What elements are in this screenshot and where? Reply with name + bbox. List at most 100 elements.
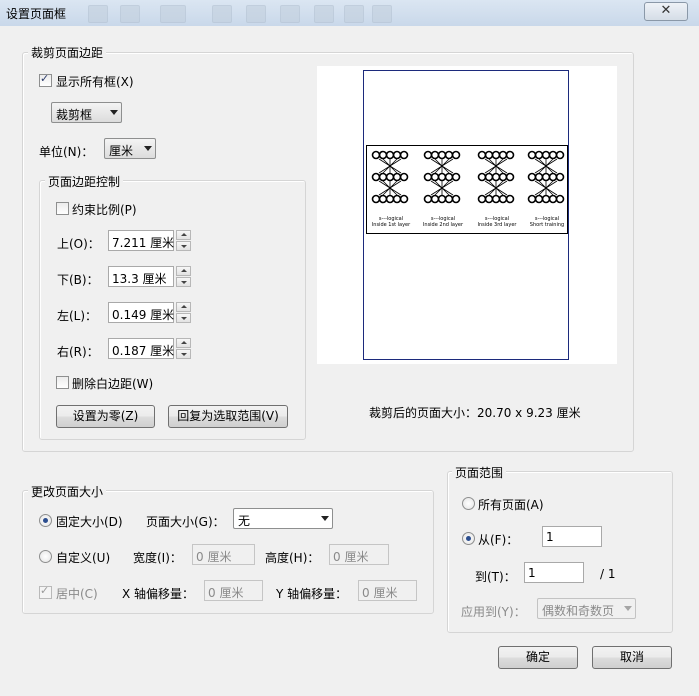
x-offset-value: 0 厘米 (208, 586, 244, 600)
page-from-value: 1 (546, 530, 554, 544)
spin-down-icon[interactable] (176, 241, 191, 251)
top-margin-value: 7.211 厘米 (112, 236, 175, 250)
preview-caption: s---logical Inside 2nd layer (422, 216, 464, 228)
height-input[interactable]: 0 厘米 (329, 544, 389, 565)
spin-up-icon[interactable] (176, 230, 191, 240)
preview-diagram-graphic (527, 150, 565, 204)
top-margin-label: 上(O)： (57, 237, 100, 251)
spin-down-icon[interactable] (176, 349, 191, 359)
x-offset-input[interactable]: 0 厘米 (204, 580, 263, 601)
title-bar: 设置页面框 ✕ (0, 0, 699, 27)
background-toolbar-icon (372, 5, 392, 23)
left-margin-input[interactable]: 0.149 厘米 (108, 302, 174, 323)
margin-control-legend: 页面边距控制 (45, 173, 124, 190)
spin-up-icon[interactable] (176, 302, 191, 312)
right-margin-spinner[interactable] (176, 338, 191, 359)
preview-caption: s---logical Inside 1st layer (371, 216, 411, 228)
remove-white-margins-checkbox[interactable] (56, 376, 69, 389)
left-margin-value: 0.149 厘米 (112, 308, 175, 322)
page-from-label: 从(F)： (478, 533, 519, 547)
page-preview: s---logical Inside 1st layer s---logical I… (317, 66, 617, 364)
bottom-margin-label: 下(B)： (57, 273, 99, 287)
background-toolbar-icon (280, 5, 300, 23)
custom-size-label: 自定义(U) (56, 551, 111, 565)
preview-diagram-graphic (423, 150, 461, 204)
page-to-value: 1 (528, 566, 536, 580)
right-margin-label: 右(R)： (57, 345, 99, 359)
top-margin-spinner[interactable] (176, 230, 191, 251)
custom-size-radio[interactable] (39, 550, 52, 563)
ok-button[interactable]: 确定 (498, 646, 578, 669)
page-range-legend: 页面范围 (452, 464, 507, 481)
left-margin-spinner[interactable] (176, 302, 191, 323)
background-toolbar-icon (246, 5, 266, 23)
bottom-margin-spinner[interactable] (176, 266, 191, 287)
show-all-boxes-checkbox[interactable] (39, 72, 52, 87)
left-margin-label: 左(L)： (57, 309, 98, 323)
y-offset-label: Y 轴偏移量： (276, 587, 348, 601)
right-margin-value: 0.187 厘米 (112, 344, 175, 358)
page-total-label: / 1 (600, 567, 616, 581)
preview-diagram-graphic (371, 150, 409, 204)
chevron-down-icon (321, 516, 329, 521)
height-label: 高度(H)： (265, 551, 320, 565)
background-toolbar-icon (88, 5, 108, 23)
chevron-down-icon (110, 110, 118, 115)
x-offset-label: X 轴偏移量： (122, 587, 195, 601)
page-size-select[interactable]: 无 (233, 508, 333, 529)
spin-down-icon[interactable] (176, 313, 191, 323)
page-size-label: 页面大小(G)： (146, 515, 225, 529)
unit-select[interactable]: 厘米 (104, 138, 156, 159)
fixed-size-label: 固定大小(D) (56, 515, 123, 529)
background-toolbar-icon (212, 5, 232, 23)
cancel-button[interactable]: 取消 (592, 646, 672, 669)
close-icon: ✕ (660, 3, 672, 18)
fixed-size-radio[interactable] (39, 514, 52, 527)
crop-margins-legend: 裁剪页面边距 (28, 44, 107, 61)
background-toolbar-icon (344, 5, 364, 23)
constrain-proportions-checkbox[interactable] (56, 202, 69, 215)
bottom-margin-input[interactable]: 13.3 厘米 (108, 266, 174, 287)
chevron-down-icon (144, 146, 152, 151)
width-label: 宽度(I)： (133, 551, 182, 565)
revert-to-selection-button[interactable]: 回复为选取范围(V) (168, 405, 288, 428)
constrain-proportions-label: 约束比例(P) (72, 203, 137, 217)
page-to-label: 到(T)： (475, 570, 516, 584)
preview-caption: s---logical Short training (529, 216, 565, 228)
spin-down-icon[interactable] (176, 277, 191, 287)
all-pages-label: 所有页面(A) (478, 498, 544, 512)
center-label: 居中(C) (56, 587, 98, 601)
preview-page-outline: s---logical Inside 1st layer s---logical I… (363, 70, 569, 360)
unit-value: 厘米 (109, 144, 134, 158)
background-toolbar-icon (160, 5, 186, 23)
apply-to-value: 偶数和奇数页 (542, 604, 615, 618)
page-to-input[interactable]: 1 (524, 562, 584, 583)
preview-diagram-graphic (477, 150, 515, 204)
box-type-value: 裁剪框 (56, 108, 93, 122)
width-input[interactable]: 0 厘米 (192, 544, 255, 565)
height-value: 0 厘米 (333, 550, 369, 564)
preview-crop-box: s---logical Inside 1st layer s---logical I… (366, 145, 568, 234)
show-all-boxes-label: 显示所有框(X) (56, 75, 134, 89)
remove-white-margins-label: 删除白边距(W) (72, 377, 154, 391)
apply-to-select[interactable]: 偶数和奇数页 (537, 598, 636, 619)
center-checkbox[interactable] (39, 584, 52, 599)
unit-label: 单位(N)： (39, 145, 94, 159)
all-pages-radio[interactable] (462, 497, 475, 510)
spin-up-icon[interactable] (176, 338, 191, 348)
set-to-zero-button[interactable]: 设置为零(Z) (56, 405, 155, 428)
page-from-radio[interactable] (462, 532, 475, 545)
right-margin-input[interactable]: 0.187 厘米 (108, 338, 174, 359)
background-toolbar-icon (120, 5, 140, 23)
y-offset-value: 0 厘米 (362, 586, 398, 600)
page-from-input[interactable]: 1 (542, 526, 602, 547)
window-title: 设置页面框 (6, 7, 67, 21)
apply-to-label: 应用到(Y)： (461, 605, 526, 619)
box-type-select[interactable]: 裁剪框 (51, 102, 122, 123)
close-button[interactable]: ✕ (644, 2, 688, 21)
top-margin-input[interactable]: 7.211 厘米 (108, 230, 174, 251)
y-offset-input[interactable]: 0 厘米 (358, 580, 417, 601)
spin-up-icon[interactable] (176, 266, 191, 276)
width-value: 0 厘米 (196, 550, 232, 564)
cropped-size-text: 裁剪后的页面大小：20.70 x 9.23 厘米 (369, 406, 581, 420)
